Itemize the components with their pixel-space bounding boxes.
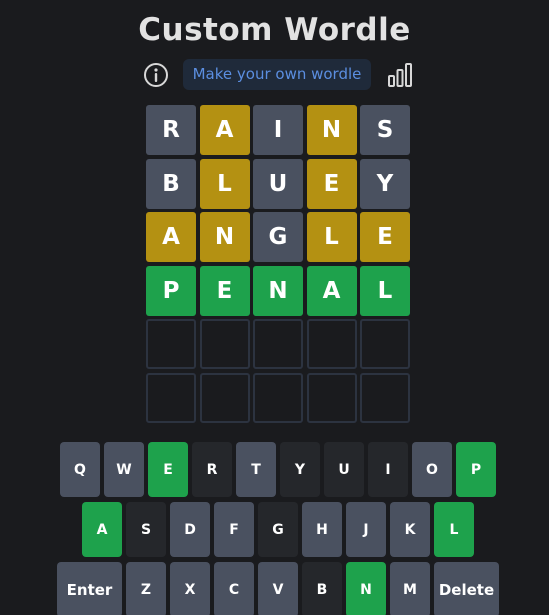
board-tile: L bbox=[360, 265, 410, 316]
key-p[interactable]: P bbox=[456, 442, 496, 497]
board-tile: B bbox=[146, 158, 196, 209]
board-tile bbox=[199, 319, 250, 369]
key-u[interactable]: U bbox=[324, 442, 364, 497]
stats-icon bbox=[388, 63, 412, 87]
board-tile bbox=[253, 372, 303, 423]
board-tile bbox=[306, 372, 357, 423]
board-tile: A bbox=[306, 265, 357, 316]
key-k[interactable]: K bbox=[390, 502, 430, 557]
board-tile bbox=[146, 319, 196, 369]
board-tile: I bbox=[253, 105, 303, 155]
key-t[interactable]: T bbox=[236, 442, 276, 497]
key-s[interactable]: S bbox=[126, 502, 166, 557]
key-g[interactable]: G bbox=[258, 502, 298, 557]
board-tile: A bbox=[146, 212, 196, 262]
board-row: BLUEY bbox=[146, 158, 410, 209]
board-row: ANGLE bbox=[146, 212, 410, 262]
stats-button[interactable] bbox=[386, 61, 414, 89]
board-tile bbox=[360, 372, 410, 423]
board-tile bbox=[146, 372, 196, 423]
board-tile: R bbox=[146, 105, 196, 155]
board-tile: U bbox=[253, 158, 303, 209]
enter-key[interactable]: Enter bbox=[57, 562, 122, 615]
board-tile bbox=[199, 372, 250, 423]
board-tile: Y bbox=[360, 158, 410, 209]
key-x[interactable]: X bbox=[170, 562, 210, 615]
board-tile: P bbox=[146, 265, 196, 316]
board-tile: L bbox=[199, 158, 250, 209]
key-n[interactable]: N bbox=[346, 562, 386, 615]
game-board: RAINSBLUEYANGLEPENAL bbox=[146, 105, 410, 426]
key-b[interactable]: B bbox=[302, 562, 342, 615]
keyboard-row: QWERTYUIOP bbox=[0, 442, 549, 497]
board-tile: N bbox=[253, 265, 303, 316]
board-tile bbox=[253, 319, 303, 369]
key-a[interactable]: A bbox=[82, 502, 122, 557]
key-m[interactable]: M bbox=[390, 562, 430, 615]
toolbar: Make your own wordle bbox=[0, 58, 549, 92]
key-o[interactable]: O bbox=[412, 442, 452, 497]
key-f[interactable]: F bbox=[214, 502, 254, 557]
make-your-own-button[interactable]: Make your own wordle bbox=[183, 59, 371, 90]
delete-key[interactable]: Delete bbox=[434, 562, 499, 615]
key-l[interactable]: L bbox=[434, 502, 474, 557]
on-screen-keyboard: Q W E R T Y U I O P A S D F G H J K L Enter Z X C V B N M Delete bbox=[0, 442, 549, 615]
key-v[interactable]: V bbox=[258, 562, 298, 615]
info-button[interactable] bbox=[142, 61, 170, 89]
key-z[interactable]: Z bbox=[126, 562, 166, 615]
key-c[interactable]: C bbox=[214, 562, 254, 615]
wordle-app: Custom Wordle Make your own wordle RAINS… bbox=[0, 0, 549, 615]
board-tile: E bbox=[199, 265, 250, 316]
board-tile bbox=[360, 319, 410, 369]
board-row bbox=[146, 372, 410, 423]
key-d[interactable]: D bbox=[170, 502, 210, 557]
key-r[interactable]: R bbox=[192, 442, 232, 497]
board-tile: E bbox=[306, 158, 357, 209]
key-i[interactable]: I bbox=[368, 442, 408, 497]
keyboard-row: ASDFGHJKL bbox=[0, 502, 549, 557]
key-q[interactable]: Q bbox=[60, 442, 100, 497]
board-tile: N bbox=[306, 105, 357, 155]
board-row: PENAL bbox=[146, 265, 410, 316]
key-j[interactable]: J bbox=[346, 502, 386, 557]
board-row bbox=[146, 319, 410, 369]
key-h[interactable]: H bbox=[302, 502, 342, 557]
board-tile: S bbox=[360, 105, 410, 155]
info-icon bbox=[144, 63, 168, 87]
keyboard-row: Enter Z X C V B N M Delete bbox=[0, 562, 549, 615]
board-tile: G bbox=[253, 212, 303, 262]
key-y[interactable]: Y bbox=[280, 442, 320, 497]
board-tile: N bbox=[199, 212, 250, 262]
page-title: Custom Wordle bbox=[138, 12, 411, 48]
key-e[interactable]: E bbox=[148, 442, 188, 497]
board-tile: A bbox=[199, 105, 250, 155]
key-w[interactable]: W bbox=[104, 442, 144, 497]
board-row: RAINS bbox=[146, 105, 410, 155]
board-tile: E bbox=[360, 212, 410, 262]
board-tile bbox=[306, 319, 357, 369]
board-tile: L bbox=[306, 212, 357, 262]
